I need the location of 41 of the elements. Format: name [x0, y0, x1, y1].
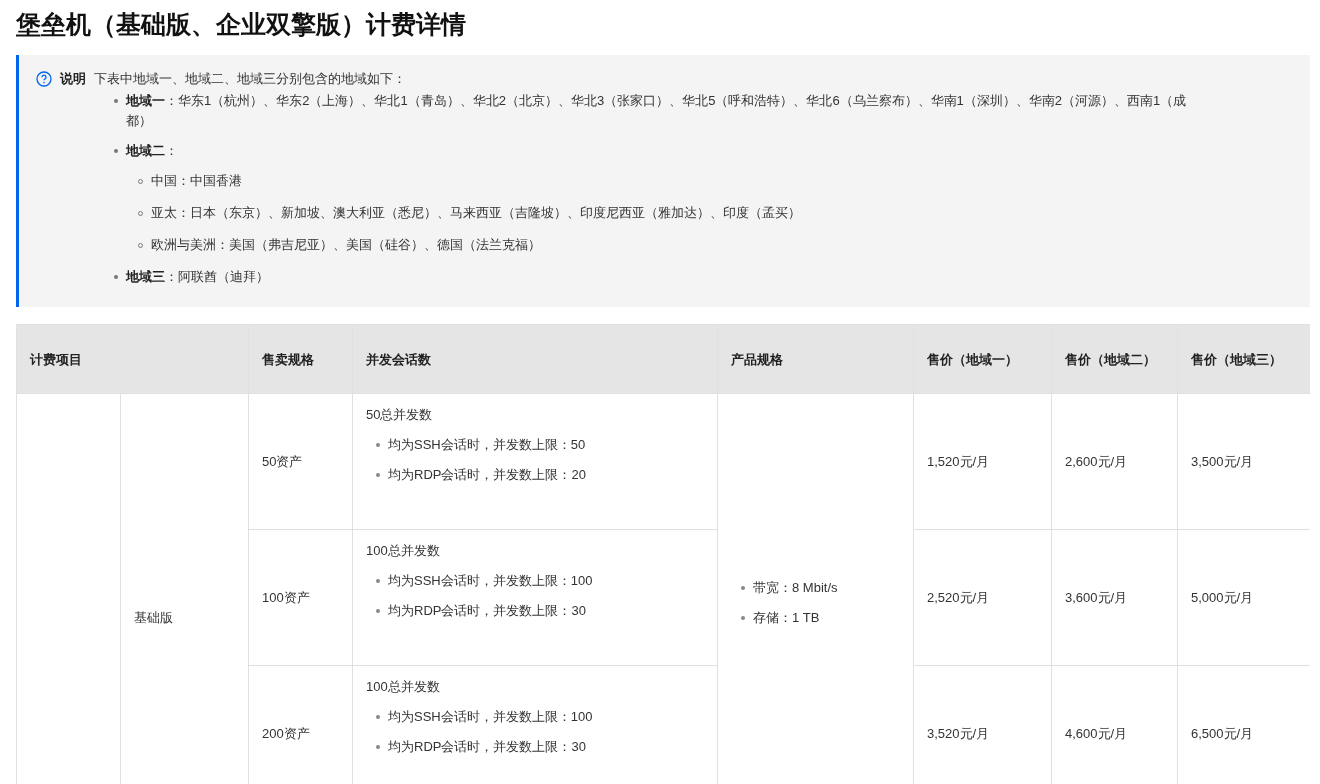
column-header: 产品规格 — [717, 324, 914, 394]
region-list-item: 地域一：华东1（杭州）、华东2（上海）、华北1（青岛）、华北2（北京）、华北3（张家口）、华北5（呼和浩特）、华北6（乌兰察布）、华南1（深圳）、华南2（河源）、西南1（成都） — [126, 92, 1188, 130]
price-cell: 3,520元/月 — [927, 725, 990, 741]
region-list-item: 地域三：阿联酋（迪拜） — [126, 268, 269, 286]
session-limit: 均为RDP会话时，并发数上限：30 — [388, 738, 586, 756]
price-cell: 2,520元/月 — [927, 589, 990, 605]
column-header: 售卖规格 — [248, 324, 353, 394]
table-cell: 50资产 — [262, 453, 303, 469]
note-label: 说明 — [60, 70, 86, 88]
product-spec-item: 存储：1 TB — [753, 608, 820, 627]
edition-name: 基础版 — [134, 610, 173, 625]
help-icon — [36, 71, 52, 87]
page-title: 堡垒机（基础版、企业双擎版）计费详情 — [16, 9, 466, 40]
region-sub-item: 欧洲与美洲：美国（弗吉尼亚）、美国（硅谷）、德国（法兰克福） — [151, 236, 541, 254]
column-header: 计费项目 — [16, 324, 249, 394]
price-cell: 2,600元/月 — [1065, 453, 1128, 469]
table-cell-text: 100总并发数 — [366, 678, 441, 696]
region-sub-item: 中国：中国香港 — [151, 172, 242, 190]
session-limit: 均为RDP会话时，并发数上限：20 — [388, 466, 586, 484]
price-cell: 5,000元/月 — [1191, 589, 1254, 605]
product-spec-item: 带宽：8 Mbit/s — [753, 578, 838, 597]
region-list-item: 地域二： — [126, 142, 178, 160]
table-cell: 200资产 — [262, 725, 310, 741]
note-intro: 下表中地域一、地域二、地域三分别包含的地域如下： — [94, 70, 406, 88]
column-header: 售价（地域二） — [1051, 324, 1178, 394]
price-cell: 3,500元/月 — [1191, 453, 1254, 469]
session-limit: 均为SSH会话时，并发数上限：100 — [388, 572, 593, 590]
column-header: 并发会话数 — [352, 324, 718, 394]
region-sub-item: 亚太：日本（东京）、新加坡、澳大利亚（悉尼）、马来西亚（吉隆坡）、印度尼西亚（雅加达）、印度（孟买） — [151, 204, 801, 222]
price-cell: 4,600元/月 — [1065, 725, 1128, 741]
session-limit: 均为SSH会话时，并发数上限：50 — [388, 436, 586, 454]
column-header: 售价（地域一） — [913, 324, 1052, 394]
table-cell: 100资产 — [262, 589, 310, 605]
session-limit: 均为RDP会话时，并发数上限：30 — [388, 602, 586, 620]
table-cell-text: 50总并发数 — [366, 406, 434, 424]
session-limit: 均为SSH会话时，并发数上限：100 — [388, 708, 593, 726]
price-cell: 3,600元/月 — [1065, 589, 1128, 605]
column-header: 售价（地域三） — [1177, 324, 1310, 394]
price-cell: 1,520元/月 — [927, 453, 990, 469]
table-cell-text: 100总并发数 — [366, 542, 441, 560]
price-cell: 6,500元/月 — [1191, 725, 1254, 741]
